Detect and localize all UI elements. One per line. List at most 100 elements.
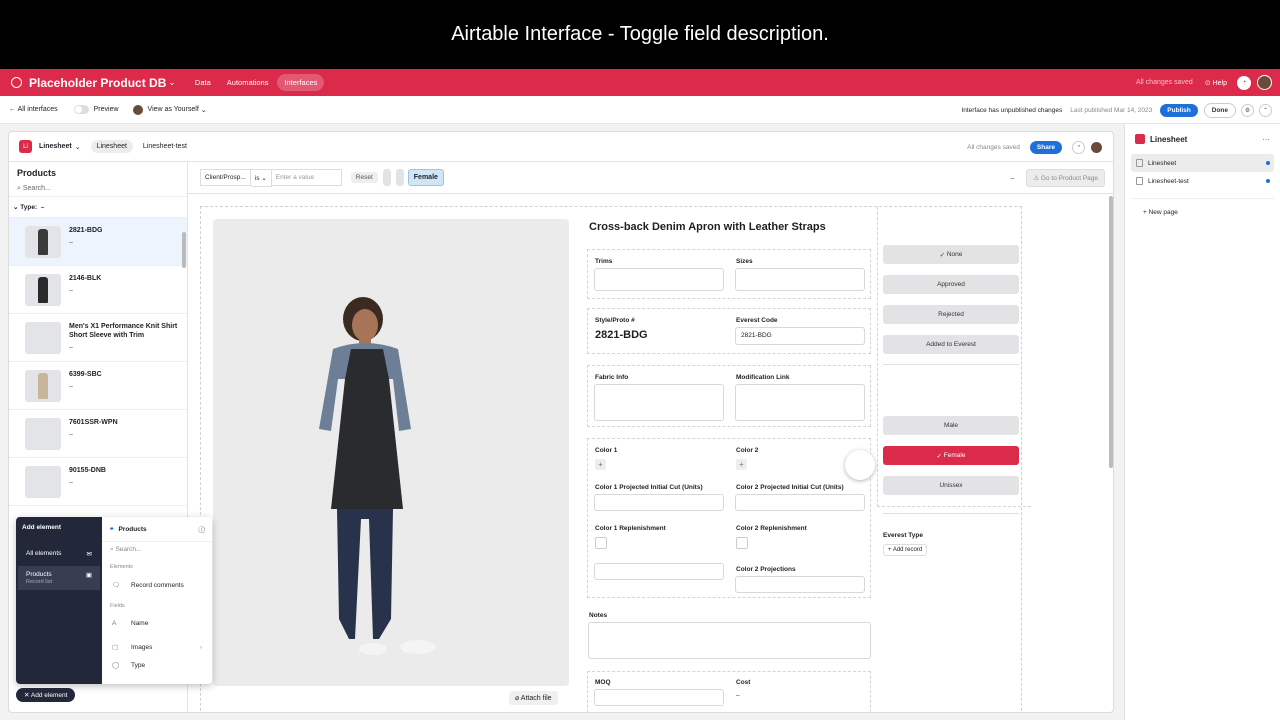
filter-pill-female[interactable]: Female bbox=[407, 169, 444, 186]
record-thumbnail bbox=[25, 418, 61, 450]
info-icon[interactable]: ⓘ bbox=[199, 524, 206, 534]
share-button[interactable]: Share bbox=[1029, 140, 1062, 154]
type-field-item[interactable]: ◯ Type bbox=[102, 659, 212, 677]
record-list-scrollbar[interactable] bbox=[182, 232, 186, 268]
record-search-input[interactable]: ⌕ Search... bbox=[9, 182, 187, 197]
name-field-item[interactable]: A Name bbox=[102, 612, 212, 635]
record-item[interactable]: 2821-BDG – bbox=[9, 218, 187, 266]
record-item[interactable]: Men's X1 Performance Knit Shirt Short Sl… bbox=[9, 314, 187, 362]
attach-file-button[interactable]: ⌀ Attach file bbox=[509, 691, 558, 705]
record-sub: – bbox=[69, 383, 73, 390]
model-photo bbox=[213, 219, 569, 686]
add-element-title: Add element bbox=[22, 524, 62, 531]
new-page-button[interactable]: + New page bbox=[1131, 198, 1274, 216]
interface-name[interactable]: Linesheet bbox=[39, 143, 72, 150]
attachment-icon: ▢ bbox=[112, 644, 119, 651]
record-name: 7601SSR-WPN bbox=[69, 419, 118, 426]
nav-interfaces[interactable]: Interfaces bbox=[277, 74, 325, 91]
header-avatar[interactable] bbox=[1091, 141, 1102, 153]
interface-chevron-icon[interactable]: ⌄ bbox=[75, 143, 81, 151]
add-element-panel: Add element All elements ✉ Products Record… bbox=[16, 517, 212, 684]
main-scrollbar[interactable] bbox=[1109, 196, 1113, 468]
product-image[interactable] bbox=[213, 219, 569, 686]
publish-button[interactable]: Publish bbox=[1160, 103, 1198, 117]
products-record-list-item[interactable]: Products Record list ▣ bbox=[18, 566, 100, 590]
style-proto-label: Style/Proto # bbox=[595, 317, 635, 324]
moq-label: MOQ bbox=[595, 679, 611, 686]
back-to-interfaces[interactable]: ← All interfaces bbox=[9, 106, 58, 113]
add-color1-icon[interactable]: + bbox=[595, 459, 606, 470]
record-item[interactable]: 90155-DNB – bbox=[9, 458, 187, 506]
trims-field[interactable] bbox=[594, 268, 724, 291]
everest-code-field[interactable]: 2821-BDG bbox=[735, 327, 865, 345]
preview-toggle[interactable] bbox=[73, 105, 89, 114]
color2-cut-label: Color 2 Projected Initial Cut (Units) bbox=[736, 484, 844, 491]
color2-projections-label: Color 2 Projections bbox=[736, 566, 796, 573]
filter-pill-empty[interactable] bbox=[395, 169, 404, 186]
done-button[interactable]: Done bbox=[1203, 102, 1236, 118]
add-record-button[interactable]: + Add record bbox=[883, 544, 928, 556]
page-item-linesheet[interactable]: Linesheet bbox=[1131, 154, 1274, 172]
status-rejected-button[interactable]: Rejected bbox=[883, 305, 1019, 324]
view-as-dropdown[interactable]: View as Yourself ⌄ bbox=[132, 104, 207, 115]
color2-cut-field[interactable] bbox=[735, 494, 865, 511]
nav-automations[interactable]: Automations bbox=[220, 74, 276, 91]
tab-linesheet-test[interactable]: Linesheet-test bbox=[143, 143, 187, 150]
gender-unissex-button[interactable]: Unissex bbox=[883, 476, 1019, 495]
sizes-field[interactable] bbox=[735, 268, 865, 291]
filter-field-select[interactable]: Client/Prosp... bbox=[200, 169, 251, 186]
color1-replenishment-checkbox[interactable] bbox=[595, 537, 607, 549]
record-list-label: Record list bbox=[26, 579, 52, 585]
unpublished-notice: Interface has unpublished changes bbox=[961, 106, 1063, 114]
bell-icon[interactable]: ◔ bbox=[1072, 140, 1085, 154]
chevron-down-icon[interactable]: ⌄ bbox=[168, 77, 176, 88]
status-added-everest-button[interactable]: Added to Everest bbox=[883, 335, 1019, 354]
go-to-product-page-button[interactable]: ⚠ Go to Product Page bbox=[1026, 169, 1105, 187]
color2-projections-field[interactable] bbox=[735, 576, 865, 593]
fabric-info-field[interactable] bbox=[594, 384, 724, 421]
base-name[interactable]: Placeholder Product DB bbox=[29, 76, 166, 90]
status-approved-button[interactable]: Approved bbox=[883, 275, 1019, 294]
page-item-linesheet-test[interactable]: Linesheet-test bbox=[1131, 172, 1274, 190]
record-comments-item[interactable]: 🗨 Record comments bbox=[102, 573, 212, 597]
gender-male-button[interactable]: Male bbox=[883, 416, 1019, 435]
unpublished-dot bbox=[1266, 161, 1270, 165]
add-color2-icon[interactable]: + bbox=[736, 459, 747, 470]
notifications-icon[interactable]: ◔ bbox=[1237, 75, 1251, 90]
gender-female-button[interactable]: ✓ Female bbox=[883, 446, 1019, 465]
tab-linesheet[interactable]: Linesheet bbox=[90, 140, 133, 153]
collapse-chevron-icon[interactable]: ⌃ bbox=[1259, 103, 1272, 117]
moq-field[interactable] bbox=[594, 689, 724, 706]
notes-label: Notes bbox=[589, 612, 608, 619]
add-element-button[interactable]: ✕ Add element bbox=[16, 688, 76, 702]
user-avatar[interactable] bbox=[1257, 75, 1272, 90]
drag-handle[interactable] bbox=[845, 450, 875, 480]
everest-type-label: Everest Type bbox=[883, 532, 923, 539]
record-item[interactable]: 2146-BLK – bbox=[9, 266, 187, 314]
record-item[interactable]: 7601SSR-WPN – bbox=[9, 410, 187, 458]
filter-value-input[interactable]: Enter a value bbox=[271, 169, 342, 186]
modification-link-field[interactable] bbox=[735, 384, 865, 421]
preview-label: Preview bbox=[93, 106, 119, 113]
help-link[interactable]: ⊙ Help bbox=[1205, 79, 1227, 87]
record-sub: – bbox=[69, 344, 73, 351]
color1-replenishment-label: Color 1 Replenishment bbox=[595, 525, 666, 532]
record-thumbnail bbox=[25, 322, 61, 354]
element-search-input[interactable]: ⌕ Search... bbox=[102, 542, 212, 558]
filter-pill-empty[interactable] bbox=[382, 169, 391, 186]
more-icon[interactable]: ⋯ bbox=[1262, 135, 1270, 144]
status-none-button[interactable]: ✓ None bbox=[883, 245, 1019, 264]
interface-toolbar: ← All interfaces Preview View as Yoursel… bbox=[0, 96, 1280, 124]
color2-replenishment-checkbox[interactable] bbox=[736, 537, 748, 549]
images-field-item[interactable]: ▢ Images › bbox=[102, 635, 212, 659]
record-item[interactable]: 6399-SBC – bbox=[9, 362, 187, 410]
settings-gear-icon[interactable]: ⚙ bbox=[1241, 103, 1254, 117]
group-header[interactable]: ⌄ Type: – bbox=[9, 197, 187, 218]
nav-data[interactable]: Data bbox=[188, 74, 218, 91]
reset-button[interactable]: Reset bbox=[350, 172, 378, 183]
notes-field[interactable] bbox=[588, 622, 871, 659]
color1-cut-field[interactable] bbox=[594, 494, 724, 511]
all-elements-item[interactable]: All elements ✉ bbox=[16, 544, 102, 564]
color1-projections-field[interactable] bbox=[594, 563, 724, 580]
filter-operator-select[interactable]: is ⌄ bbox=[250, 168, 272, 187]
